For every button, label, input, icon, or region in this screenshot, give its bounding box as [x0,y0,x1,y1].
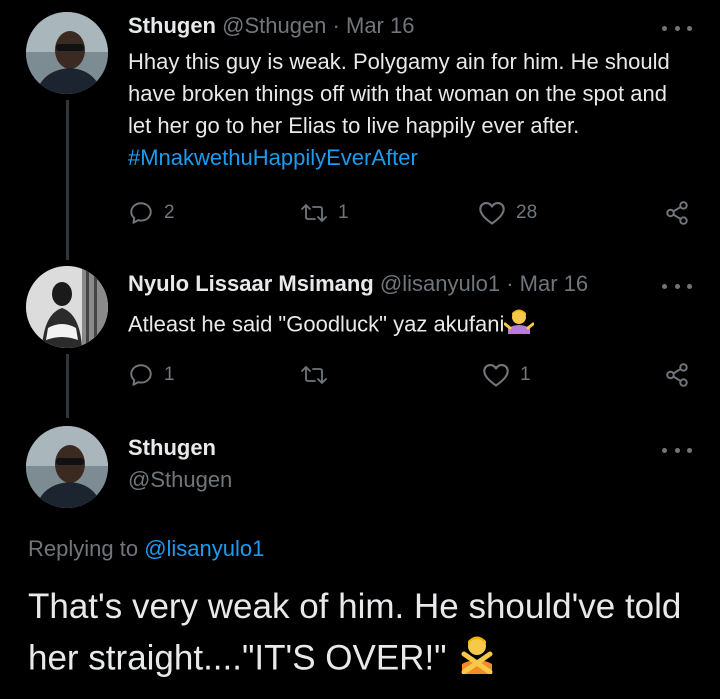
more-options-icon[interactable] [662,18,692,38]
tweet-text: Atleast he said "Goodluck" yaz akufani [128,306,688,345]
handle[interactable]: @Sthugen [128,466,232,494]
display-name[interactable]: Sthugen [128,13,216,38]
reply-button[interactable]: 2 [128,200,175,226]
heart-icon [479,202,505,225]
reply-button[interactable]: 1 [128,362,175,388]
display-name[interactable]: Sthugen [128,434,216,462]
separator: · [332,13,340,38]
retweet-icon [301,204,327,222]
retweet-button[interactable] [300,362,338,388]
avatar[interactable] [26,12,108,94]
share-icon [666,201,688,225]
handle[interactable]: @lisanyulo1 [380,271,500,296]
like-count: 1 [520,364,531,385]
reply-count: 1 [164,364,175,385]
more-options-icon[interactable] [662,440,692,460]
avatar[interactable] [26,426,108,508]
replying-to: Replying to @lisanyulo1 [28,536,264,562]
person-shrugging-emoji [503,306,535,345]
main-tweet-text-content: That's very weak of him. He should've to… [28,587,682,678]
timestamp[interactable]: Mar 16 [346,13,414,38]
tweet-header: Nyulo Lissaar Msimang @lisanyulo1 · Mar … [128,270,588,298]
avatar[interactable] [26,266,108,348]
tweet-text-content: Hhay this guy is weak. Polygamy ain for … [128,49,670,138]
more-options-icon[interactable] [662,276,692,296]
main-tweet-text: That's very weak of him. He should've to… [28,582,698,688]
retweet-button[interactable]: 1 [300,200,349,226]
heart-icon [483,364,509,387]
replying-to-label: Replying to [28,536,139,561]
separator: · [506,271,514,296]
retweet-icon [301,366,327,384]
tweet-header: Sthugen @Sthugen · Mar 16 [128,12,414,40]
display-name[interactable]: Nyulo Lissaar Msimang [128,271,374,296]
timestamp[interactable]: Mar 16 [520,271,588,296]
mention-link[interactable]: @lisanyulo1 [144,536,264,561]
like-button[interactable]: 28 [478,200,537,226]
share-icon [666,363,688,387]
thread-line [66,100,69,260]
reply-icon [130,202,152,224]
handle[interactable]: @Sthugen [222,13,326,38]
share-button[interactable] [664,200,690,226]
share-button[interactable] [664,362,690,388]
like-button[interactable]: 1 [482,362,531,388]
reply-icon [130,364,152,386]
hashtag-link[interactable]: #MnakwethuHappilyEverAfter [128,145,418,170]
retweet-count: 1 [338,202,349,223]
tweet-text-content: Atleast he said "Goodluck" yaz akufani [128,311,505,337]
reply-count: 2 [164,202,175,223]
person-gesturing-no-emoji [456,632,498,688]
tweet-text: Hhay this guy is weak. Polygamy ain for … [128,46,688,174]
thread-line [66,354,69,418]
like-count: 28 [516,202,538,223]
